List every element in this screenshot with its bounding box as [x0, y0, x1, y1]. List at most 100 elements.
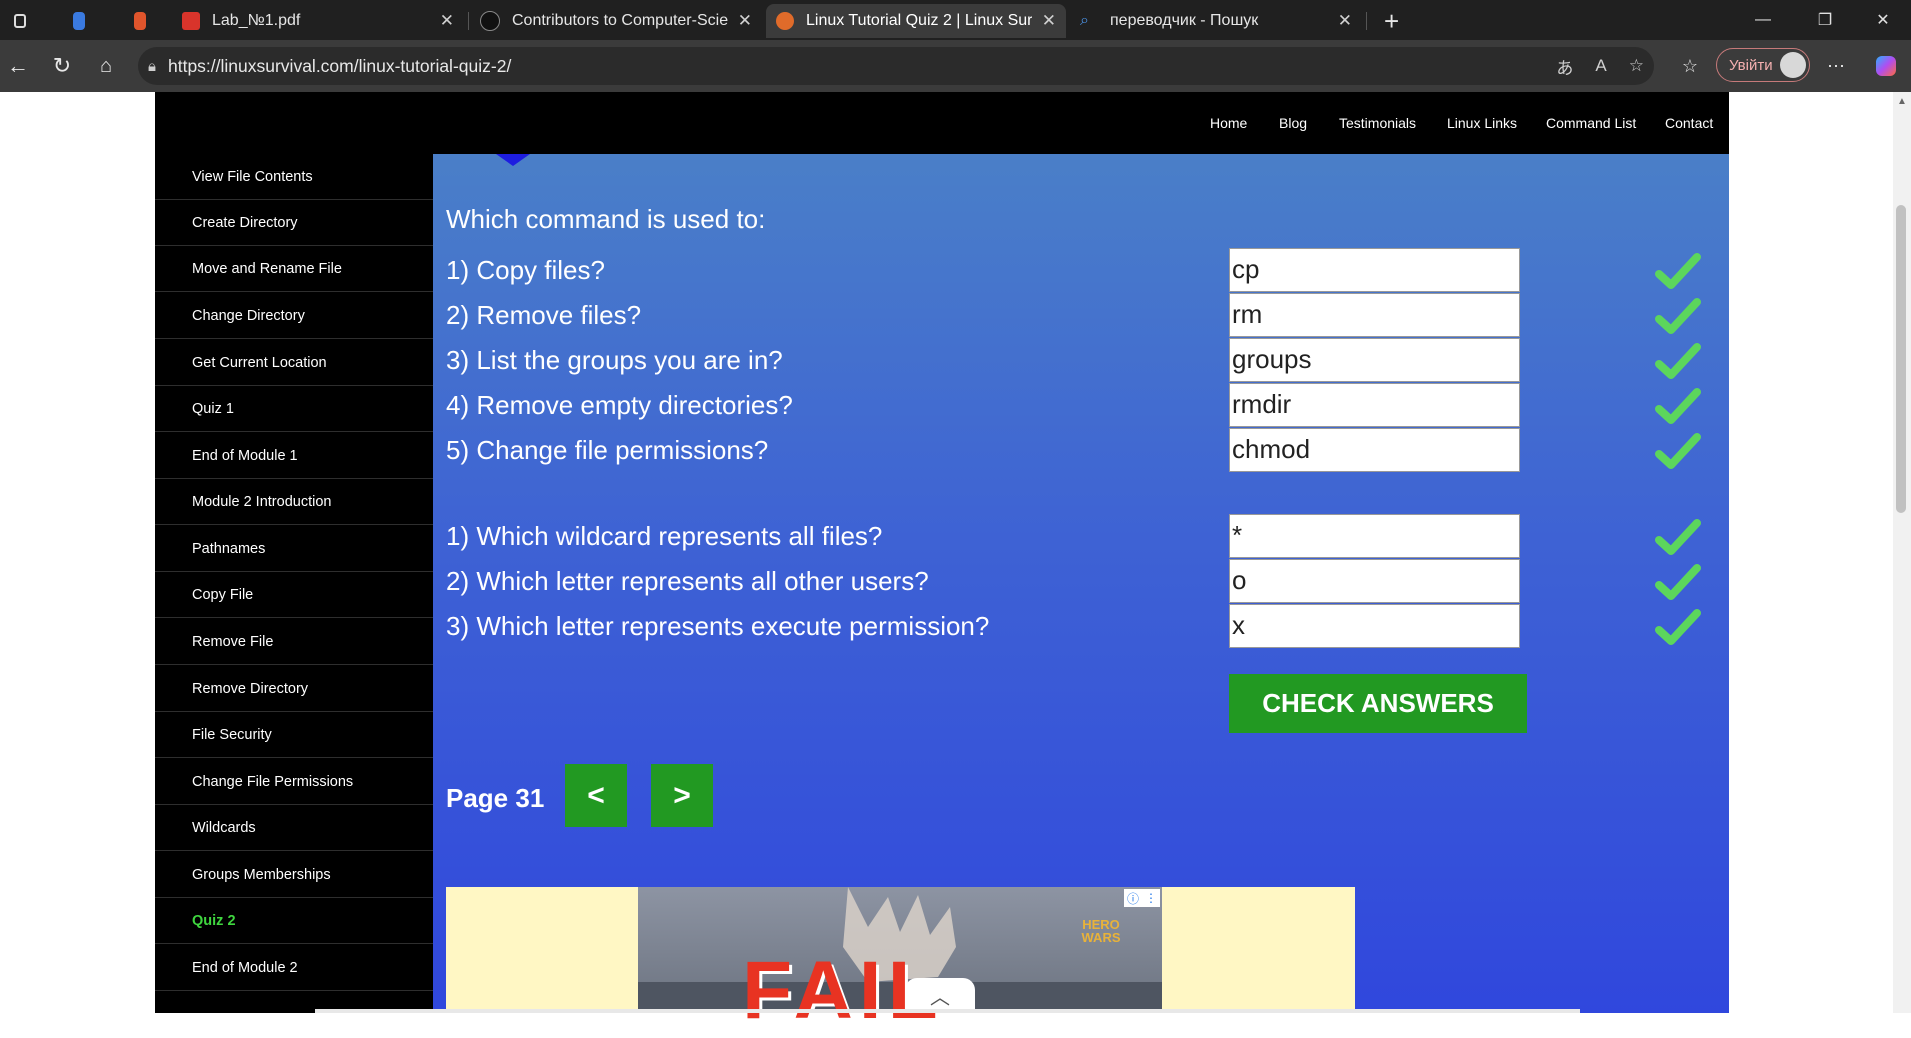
copilot-button[interactable]	[1868, 48, 1904, 84]
answer-input-3[interactable]: groups	[1229, 338, 1520, 382]
browser-tab-bar: Lab_№1.pdf ✕ Contributors to Computer-Sc…	[0, 0, 1911, 40]
sidebar-toggle-button[interactable]	[4, 4, 36, 38]
sidebar-item-view-file-contents[interactable]: View File Contents	[155, 154, 433, 200]
check-answers-button[interactable]: CHECK ANSWERS	[1229, 674, 1527, 733]
linux-survival-icon	[776, 12, 794, 30]
lock-icon: 🔒︎	[148, 57, 156, 75]
page-margin-right	[1729, 92, 1893, 1013]
close-icon[interactable]: ✕	[1042, 11, 1056, 31]
pinned-tab-bookmark[interactable]	[124, 4, 156, 38]
chevron-up-icon: ︿	[930, 987, 950, 1009]
sidebar-item-groups-memberships[interactable]: Groups Memberships	[155, 852, 433, 898]
more-icon: ⋯	[1827, 55, 1845, 76]
close-icon[interactable]: ✕	[440, 11, 454, 31]
check-icon	[1655, 433, 1701, 469]
next-page-button[interactable]: >	[651, 764, 713, 827]
sidebar-item-quiz-2[interactable]: Quiz 2	[155, 898, 433, 944]
sidebar-item-get-current-location[interactable]: Get Current Location	[155, 340, 433, 386]
back-button[interactable]: ←	[0, 48, 36, 84]
answer-input-6[interactable]: *	[1229, 514, 1520, 558]
nav-contact[interactable]: Contact	[1665, 115, 1713, 131]
sidebar-item-pathnames[interactable]: Pathnames	[155, 526, 433, 572]
scroll-up-icon[interactable]: ▲	[1893, 96, 1911, 110]
check-icon	[1655, 253, 1701, 289]
answer-input-4[interactable]: rmdir	[1229, 383, 1520, 427]
url-text: https://linuxsurvival.com/linux-tutorial…	[167, 55, 512, 76]
ad-brand-logo: HERO WARS	[1081, 917, 1121, 945]
bottom-bar	[315, 1009, 1580, 1013]
scrollbar-thumb[interactable]	[1896, 205, 1906, 513]
copilot-icon	[1876, 56, 1896, 76]
tab-linux-quiz[interactable]: Linux Tutorial Quiz 2 | Linux Survi ✕	[766, 4, 1066, 38]
minimize-button[interactable]: —	[1735, 0, 1791, 40]
tab-title: Linux Tutorial Quiz 2 | Linux Survi	[806, 12, 1032, 29]
nav-linux-links[interactable]: Linux Links	[1447, 115, 1517, 131]
refresh-button[interactable]: ↻	[44, 48, 80, 84]
read-aloud-icon[interactable]: A	[1595, 56, 1606, 76]
nav-blog[interactable]: Blog	[1279, 115, 1307, 131]
info-icon[interactable]: ⓘ	[1127, 890, 1139, 907]
url-bar[interactable]: 🔒︎ https://linuxsurvival.com/linux-tutor…	[138, 47, 1654, 85]
back-arrow-icon: ←	[7, 53, 29, 78]
login-button[interactable]: Увійти	[1716, 48, 1810, 82]
answer-input-2[interactable]: rm	[1229, 293, 1520, 337]
pinned-tab-app[interactable]	[63, 4, 95, 38]
avatar	[1780, 52, 1806, 78]
prev-page-button[interactable]: <	[565, 764, 627, 827]
new-tab-button[interactable]: +	[1374, 4, 1408, 38]
tab-search[interactable]: ⌕ переводчик - Пошук ✕	[1070, 4, 1362, 38]
favorites-button[interactable]: ☆	[1672, 48, 1708, 84]
answer-input-1[interactable]: cp	[1229, 248, 1520, 292]
question-8: 3) Which letter represents execute permi…	[446, 611, 990, 641]
refresh-icon: ↻	[52, 53, 72, 78]
tab-github[interactable]: Contributors to Computer-Scienc ✕	[470, 4, 762, 38]
sidebar-item-change-file-permissions[interactable]: Change File Permissions	[155, 759, 433, 805]
nav-home[interactable]: Home	[1210, 115, 1247, 131]
translate-icon[interactable]: あ	[1556, 54, 1573, 79]
close-icon[interactable]: ✕	[1338, 11, 1352, 31]
restore-button[interactable]: ❐	[1797, 0, 1853, 40]
check-icon	[1655, 609, 1701, 645]
nav-command-list[interactable]: Command List	[1546, 115, 1636, 131]
sidebar-item-quiz-1[interactable]: Quiz 1	[155, 386, 433, 432]
ad-choices[interactable]: ⓘ ⋮	[1124, 889, 1160, 907]
question-4: 4) Remove empty directories?	[446, 390, 793, 420]
quiz-heading: Which command is used to:	[446, 204, 766, 234]
pdf-icon	[182, 12, 200, 30]
nav-testimonials[interactable]: Testimonials	[1339, 115, 1416, 131]
tab-title: Contributors to Computer-Scienc	[512, 12, 728, 29]
sidebar-item-copy-file[interactable]: Copy File	[155, 572, 433, 618]
more-button[interactable]: ⋯	[1818, 48, 1854, 84]
collapse-ad-button[interactable]: ︿	[905, 978, 975, 1013]
sidebar-item-end-module-2[interactable]: End of Module 2	[155, 945, 433, 991]
check-icon	[1655, 564, 1701, 600]
lesson-sidebar: View File Contents Create Directory Move…	[155, 154, 433, 1013]
sidebar-item-remove-file[interactable]: Remove File	[155, 619, 433, 665]
home-button[interactable]: ⌂	[88, 48, 124, 84]
sidebar-item-move-rename-file[interactable]: Move and Rename File	[155, 246, 433, 292]
sidebar-item-change-directory[interactable]: Change Directory	[155, 293, 433, 339]
close-icon[interactable]: ✕	[738, 11, 752, 31]
tab-pdf[interactable]: Lab_№1.pdf ✕	[172, 4, 464, 38]
sidebar-item-module-2-intro[interactable]: Module 2 Introduction	[155, 479, 433, 525]
sidebar-item-file-security[interactable]: File Security	[155, 712, 433, 758]
page-margin-left	[0, 92, 155, 1013]
sidebar-item-create-directory[interactable]: Create Directory	[155, 200, 433, 246]
question-2: 2) Remove files?	[446, 300, 642, 330]
favorite-star-icon[interactable]: ☆	[1629, 56, 1644, 76]
answer-input-7[interactable]: o	[1229, 559, 1520, 603]
sidebar-item-end-module-1[interactable]: End of Module 1	[155, 433, 433, 479]
menu-pointer	[496, 154, 530, 166]
window-close-button[interactable]: ✕	[1855, 0, 1911, 40]
address-toolbar: ← ↻ ⌂ 🔒︎ https://linuxsurvival.com/linux…	[0, 40, 1911, 92]
check-icon	[1655, 519, 1701, 555]
site-top-nav: Home Blog Testimonials Linux Links Comma…	[155, 92, 1729, 154]
answer-input-8[interactable]: x	[1229, 604, 1520, 648]
question-1: 1) Copy files?	[446, 255, 605, 285]
question-3: 3) List the groups you are in?	[446, 345, 783, 375]
ad-menu-icon[interactable]: ⋮	[1145, 891, 1157, 905]
answer-input-5[interactable]: chmod	[1229, 428, 1520, 472]
sidebar-item-remove-directory[interactable]: Remove Directory	[155, 666, 433, 712]
sidebar-item-wildcards[interactable]: Wildcards	[155, 805, 433, 851]
home-icon: ⌂	[99, 54, 113, 77]
